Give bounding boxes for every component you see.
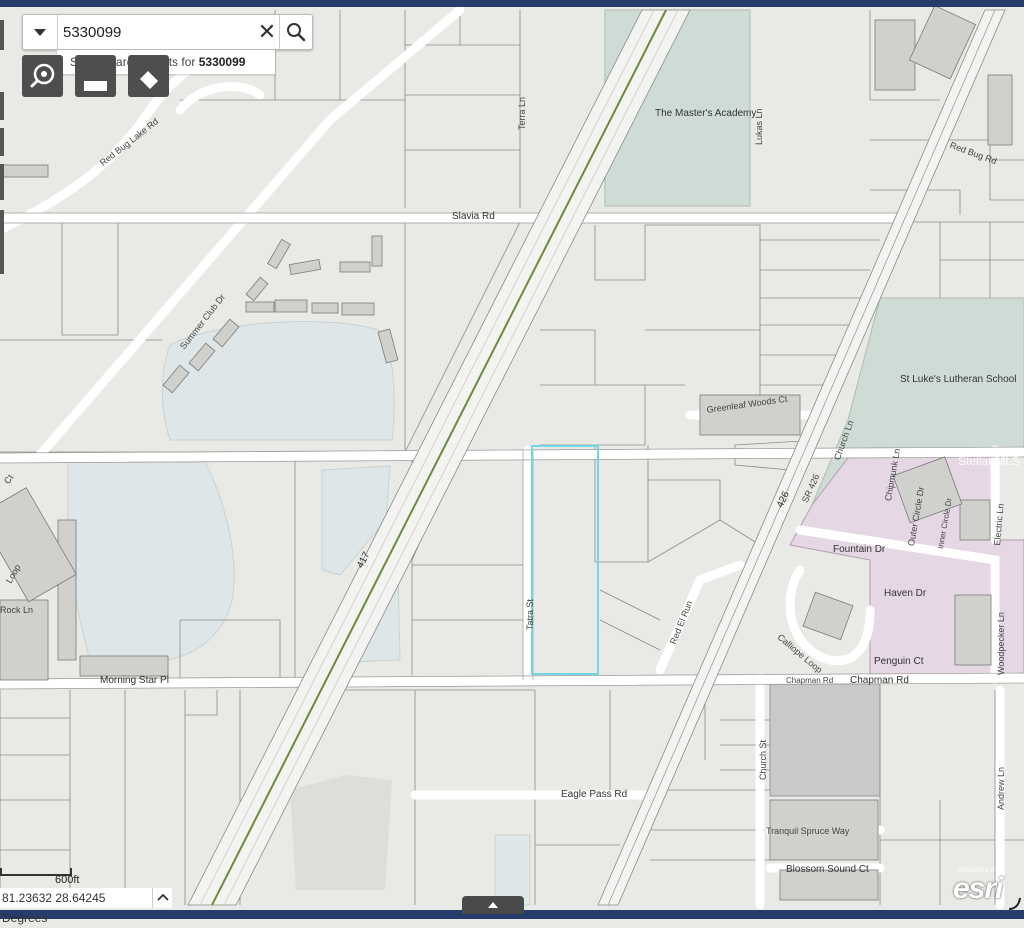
label-lukas-ln: Lukas Ln — [754, 108, 764, 145]
left-panel-tab[interactable] — [0, 20, 4, 50]
label-woodpecker-ln: Woodpecker Ln — [996, 612, 1006, 675]
paved-lot — [290, 775, 392, 890]
label-masters-academy: The Master's Academy — [655, 108, 757, 119]
search-widget: ✕ — [22, 14, 313, 50]
search-input[interactable] — [61, 20, 255, 44]
search-source-dropdown[interactable] — [23, 15, 58, 49]
label-tatra-st: Tatra St — [525, 598, 535, 630]
clear-search-button[interactable]: ✕ — [255, 19, 279, 45]
label-eagle-pass-rd: Eagle Pass Rd — [561, 789, 628, 800]
locate-tool-button[interactable] — [22, 55, 63, 97]
label-blossom-sound-ct: Blossom Sound Ct — [786, 864, 869, 875]
search-icon — [287, 23, 306, 42]
label-andrew-ln: Andrew Ln — [996, 766, 1006, 810]
measure-icon — [140, 71, 158, 89]
left-panel-tab[interactable] — [0, 92, 4, 120]
label-fountain-dr: Fountain Dr — [833, 544, 886, 555]
close-icon: ✕ — [257, 19, 277, 44]
coordinate-readout: 81.23632 28.64245 Degrees — [0, 888, 152, 925]
label-st-lukes: St Luke's Lutheran School — [900, 374, 1017, 385]
label-chapman-rd: Chapman Rd — [850, 675, 909, 686]
bottom-panel-toggle[interactable] — [462, 896, 524, 914]
top-bar — [0, 0, 1024, 7]
left-panel-tab[interactable] — [0, 128, 4, 156]
measure-tool-button[interactable] — [128, 55, 169, 97]
label-morning-star-pl: Morning Star Pl — [100, 675, 169, 686]
label-haven-dr: Haven Dr — [884, 588, 927, 599]
watermark: Stellar MLS — [958, 454, 1021, 468]
resize-corner-icon[interactable] — [1006, 895, 1024, 911]
left-panel-tab[interactable] — [0, 210, 4, 274]
map-pin-search-icon — [30, 63, 55, 88]
label-slavia-rd: Slavia Rd — [452, 211, 495, 222]
label-terra-ln: Terra Ln — [517, 96, 527, 130]
label-rock-ln: Rock Ln — [0, 605, 34, 615]
label-penguin-ct: Penguin Ct — [874, 656, 924, 667]
chevron-up-icon — [157, 893, 169, 901]
print-icon — [84, 81, 107, 91]
left-panel-tab[interactable] — [0, 164, 4, 200]
coordinate-toggle-button[interactable] — [152, 888, 172, 908]
print-tool-button[interactable] — [75, 55, 116, 97]
search-button[interactable] — [279, 15, 313, 49]
label-chapman-rd-small: Chapman Rd — [786, 676, 834, 685]
esri-name: esri — [953, 872, 1003, 905]
large-building — [769, 683, 881, 797]
label-tranquil-spruce-way: Tranquil Spruce Way — [766, 826, 850, 836]
suggestion-term: 5330099 — [198, 55, 246, 69]
label-church-st: Church St — [758, 739, 768, 780]
scale-label: 600ft — [55, 874, 80, 886]
map-canvas[interactable] — [0, 0, 1024, 919]
